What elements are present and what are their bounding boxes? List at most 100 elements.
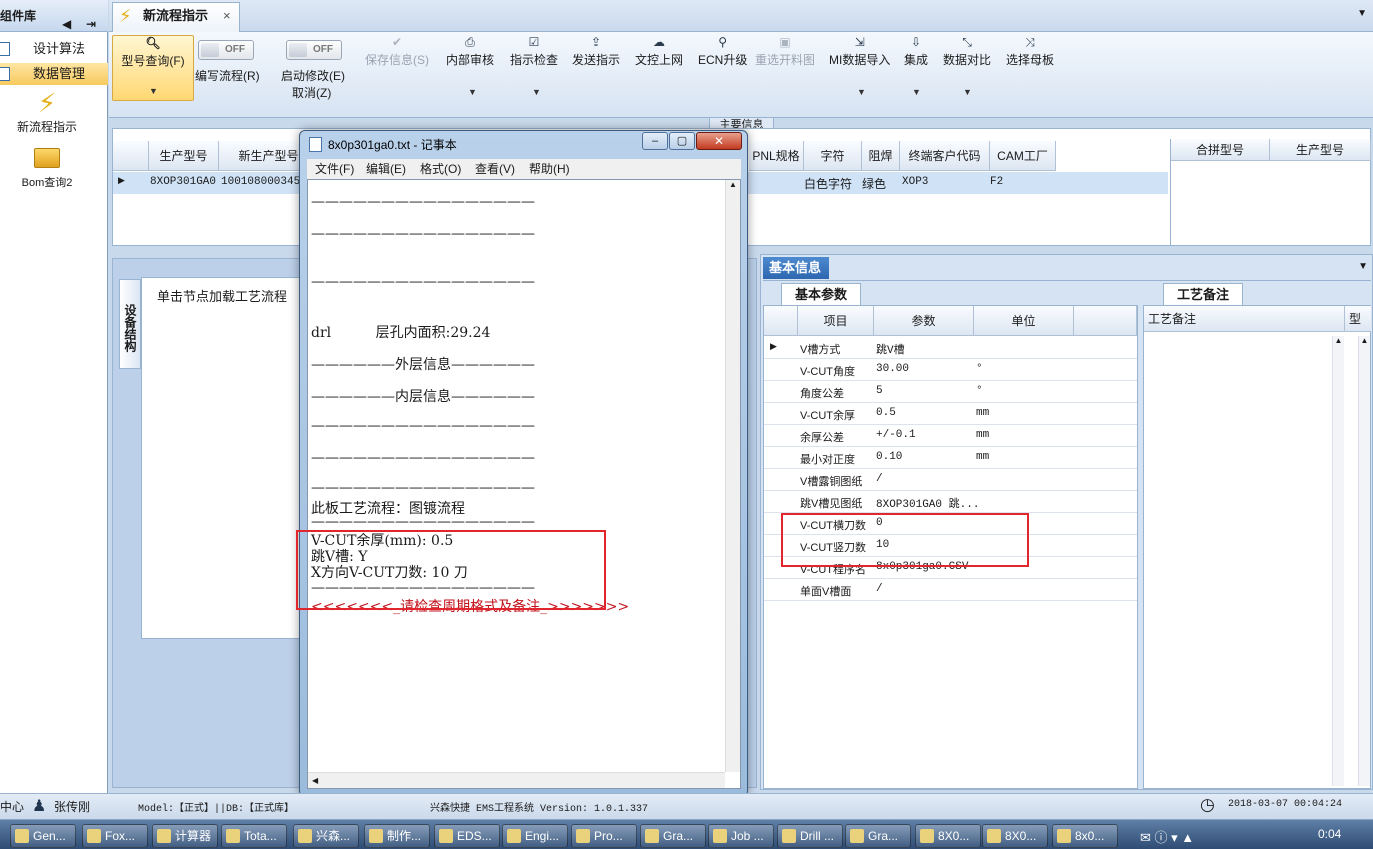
- table-cell[interactable]: 30.00: [876, 363, 909, 375]
- taskbar-button[interactable]: 计算器: [152, 824, 218, 848]
- table-row[interactable]: 单面V槽面 /: [764, 579, 1137, 601]
- table-cell[interactable]: 0.5: [876, 407, 896, 419]
- table-row[interactable]: 最小对正度 0.10 mm: [764, 447, 1137, 469]
- column-header[interactable]: 项目: [798, 306, 874, 336]
- cell-production-model[interactable]: 8XOP301GA0: [150, 176, 216, 188]
- menu-help[interactable]: 帮助(H): [529, 159, 570, 179]
- column-header[interactable]: PNL规格: [749, 141, 804, 171]
- tab-process-remark[interactable]: 工艺备注: [1163, 283, 1243, 305]
- horizontal-scrollbar[interactable]: ◀: [308, 772, 725, 788]
- table-cell[interactable]: 8XOP301GA0 跳...: [876, 495, 979, 511]
- vertical-scrollbar[interactable]: ▲: [725, 180, 740, 772]
- table-cell[interactable]: /: [876, 583, 883, 595]
- column-header[interactable]: 阻焊: [862, 141, 900, 171]
- internal-review-button[interactable]: ⎙ 内部审核 ▼: [446, 35, 494, 97]
- table-row[interactable]: ▶ V槽方式 跳V槽: [764, 337, 1137, 359]
- table-row[interactable]: V-CUT余厚 0.5 mm: [764, 403, 1137, 425]
- cell-cam-factory[interactable]: F2: [990, 176, 1003, 188]
- table-row[interactable]: V槽露铜图纸 /: [764, 469, 1137, 491]
- taskbar-button[interactable]: 8X0...: [982, 824, 1048, 848]
- column-header[interactable]: 合拼型号: [1171, 139, 1270, 161]
- cancel-button[interactable]: 取消(Z): [292, 84, 331, 101]
- table-cell[interactable]: 跳V槽见图纸: [800, 495, 862, 511]
- table-cell[interactable]: V-CUT角度: [800, 363, 855, 379]
- table-row[interactable]: 余厚公差 +/-0.1 mm: [764, 425, 1137, 447]
- pin-icon[interactable]: ⇥: [86, 8, 96, 40]
- reselect-cutting-button[interactable]: ▣ 重选开料图: [755, 35, 815, 68]
- close-button[interactable]: ✕: [696, 132, 742, 150]
- sidebar-item-design-algorithm[interactable]: 设计算法: [0, 38, 108, 60]
- select-master-button[interactable]: ⤨ 选择母板: [1006, 35, 1054, 68]
- taskbar-button[interactable]: 兴森...: [293, 824, 359, 848]
- maximize-button[interactable]: ▢: [669, 132, 695, 150]
- table-cell[interactable]: 最小对正度: [800, 451, 855, 467]
- instruction-check-button[interactable]: ☑ 指示检查 ▼: [510, 35, 558, 97]
- table-cell[interactable]: V槽方式: [800, 341, 840, 357]
- table-row[interactable]: 角度公差 5 °: [764, 381, 1137, 403]
- menu-format[interactable]: 格式(O): [420, 159, 461, 179]
- table-row[interactable]: 跳V槽见图纸 8XOP301GA0 跳...: [764, 491, 1137, 513]
- table-cell[interactable]: °: [976, 363, 983, 375]
- collapse-left-icon[interactable]: ◀: [62, 8, 71, 40]
- tab-menu-chevron-icon[interactable]: ▼: [1357, 8, 1367, 19]
- minimize-button[interactable]: –: [642, 132, 668, 150]
- table-cell[interactable]: 0.10: [876, 451, 902, 463]
- menu-file[interactable]: 文件(F): [315, 159, 354, 179]
- cell-new-production-model[interactable]: 1001080003451: [221, 176, 299, 188]
- table-cell[interactable]: 跳V槽: [876, 341, 905, 357]
- start-modify-toggle[interactable]: OFF: [286, 40, 342, 60]
- taskbar-button[interactable]: Gra...: [845, 824, 911, 848]
- cell-legend[interactable]: 白色字符: [804, 175, 852, 192]
- table-cell[interactable]: /: [876, 473, 883, 485]
- table-cell[interactable]: 5: [876, 385, 883, 397]
- taskbar-button[interactable]: Tota...: [221, 824, 287, 848]
- data-compare-button[interactable]: ⤡ 数据对比 ▼: [943, 35, 991, 97]
- table-cell[interactable]: +/-0.1: [876, 429, 916, 441]
- save-info-button[interactable]: ✔ 保存信息(S): [365, 35, 429, 68]
- table-cell[interactable]: °: [976, 385, 983, 397]
- tab-new-flow[interactable]: ⚡ 新流程指示 ×: [112, 2, 240, 32]
- taskbar-button[interactable]: Pro...: [571, 824, 637, 848]
- column-header[interactable]: 生产型号: [149, 141, 219, 171]
- write-flow-toggle[interactable]: OFF: [198, 40, 254, 60]
- taskbar-button[interactable]: Job ...: [708, 824, 774, 848]
- taskbar-button[interactable]: 8X0...: [915, 824, 981, 848]
- doc-upload-button[interactable]: ☁ 文控上网: [635, 35, 683, 68]
- column-header[interactable]: 终端客户代码: [900, 141, 990, 171]
- column-header[interactable]: 单位: [974, 306, 1074, 336]
- pane-menu-chevron-icon[interactable]: ▼: [1358, 261, 1368, 272]
- table-cell[interactable]: mm: [976, 451, 989, 463]
- taskbar-button[interactable]: Engi...: [502, 824, 568, 848]
- column-header[interactable]: 参数: [874, 306, 974, 336]
- table-cell[interactable]: mm: [976, 407, 989, 419]
- table-cell[interactable]: V-CUT余厚: [800, 407, 855, 423]
- taskbar-button[interactable]: Gen...: [10, 824, 76, 848]
- column-header[interactable]: 工艺备注: [1144, 306, 1344, 332]
- chevron-down-icon[interactable]: ▼: [149, 86, 158, 96]
- taskbar-clock[interactable]: 0:04: [1318, 827, 1341, 841]
- close-tab-icon[interactable]: ×: [223, 3, 231, 29]
- column-header[interactable]: 型: [1344, 306, 1371, 332]
- taskbar-button[interactable]: Fox...: [82, 824, 148, 848]
- table-cell[interactable]: 单面V槽面: [800, 583, 851, 599]
- tab-basic-params[interactable]: 基本参数: [781, 283, 861, 305]
- tray-icons[interactable]: ✉ ⓘ ▾ ▲: [1140, 827, 1194, 846]
- table-cell[interactable]: V槽露铜图纸: [800, 473, 862, 489]
- tab-equipment-structure[interactable]: 设备结构: [119, 279, 141, 369]
- column-header[interactable]: CAM工厂: [990, 141, 1056, 171]
- cell-customer-code[interactable]: XOP3: [902, 176, 928, 188]
- mi-import-button[interactable]: ⇲ MI数据导入 ▼: [829, 35, 890, 97]
- taskbar-button[interactable]: EDS...: [434, 824, 500, 848]
- send-instruction-button[interactable]: ⇪ 发送指示: [572, 35, 620, 68]
- table-cell[interactable]: 角度公差: [800, 385, 844, 401]
- shortcut-bom-query[interactable]: Bom查询2: [0, 146, 94, 192]
- notepad-text-area[interactable]: ———————————————— ———————————————— ————————…: [296, 179, 741, 789]
- remark-scrollbar[interactable]: ▲: [1332, 336, 1344, 786]
- menu-view[interactable]: 查看(V): [475, 159, 515, 179]
- column-header[interactable]: 字符: [804, 141, 862, 171]
- sidebar-item-data-management[interactable]: 数据管理: [0, 63, 108, 85]
- model-query-button[interactable]: 🔍︎ 型号查询(F) ▼: [112, 35, 194, 101]
- table-row[interactable]: V-CUT角度 30.00 °: [764, 359, 1137, 381]
- column-header[interactable]: 生产型号: [1270, 139, 1371, 161]
- cell-solder-mask[interactable]: 绿色: [862, 175, 886, 192]
